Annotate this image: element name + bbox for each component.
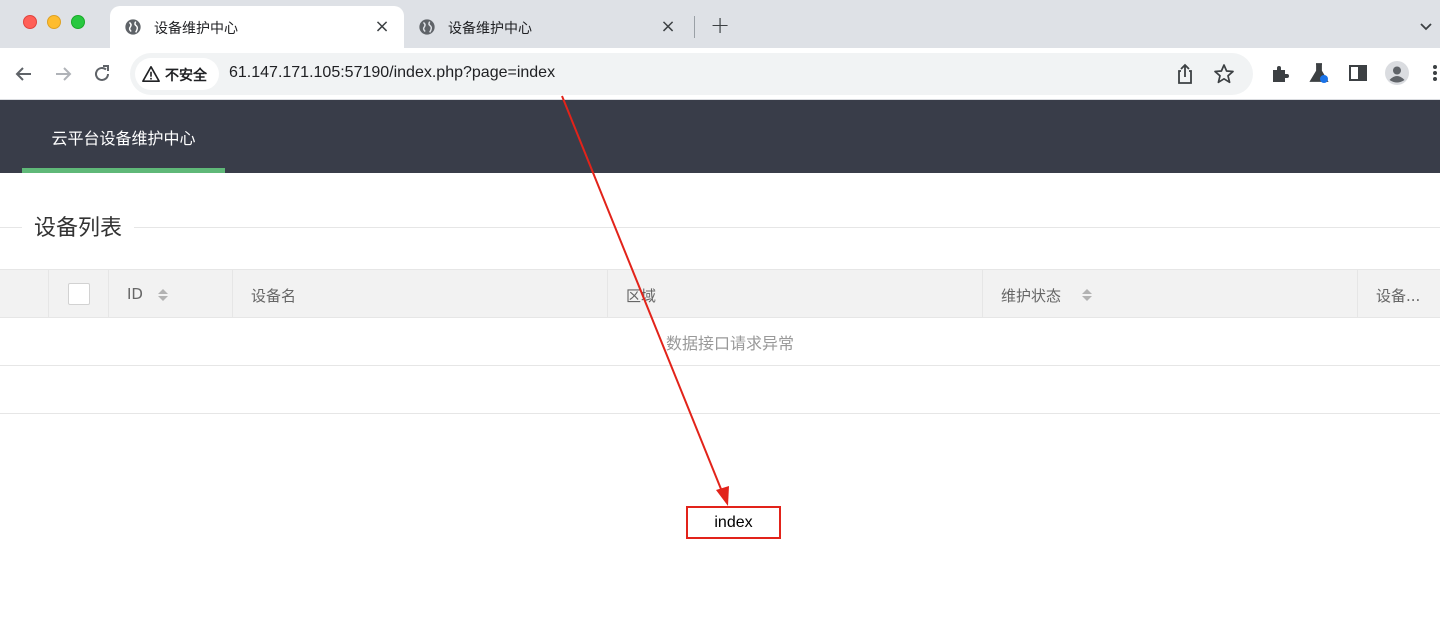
close-tab-icon[interactable]: ×	[658, 16, 678, 37]
column-label-maintenance-status: 维护状态	[1001, 285, 1061, 306]
tab-divider	[694, 16, 695, 38]
extensions-icon[interactable]	[1269, 62, 1291, 84]
globe-icon	[124, 18, 142, 36]
header-cell-device-more: 设备...	[1357, 270, 1440, 318]
menu-icon[interactable]	[1430, 62, 1440, 84]
security-indicator[interactable]: 不安全	[135, 58, 219, 90]
column-label-device-more: 设备...	[1376, 285, 1420, 306]
forward-icon[interactable]	[51, 62, 75, 86]
side-panel-icon[interactable]	[1347, 62, 1369, 84]
window-zoom-button[interactable]	[71, 15, 85, 29]
bookmark-star-icon[interactable]	[1213, 63, 1235, 85]
chevron-down-icon[interactable]	[1416, 16, 1436, 36]
not-secure-label: 不安全	[165, 65, 207, 85]
new-tab-button[interactable]: +	[710, 11, 730, 39]
section-title: 设备列表	[22, 210, 134, 242]
tab-title: 设备维护中心	[154, 18, 238, 38]
column-label-id: ID	[127, 285, 143, 303]
nav-active-indicator	[22, 168, 225, 173]
globe-icon	[418, 18, 436, 36]
tab-title: 设备维护中心	[448, 18, 532, 38]
app-header: 云平台设备维护中心	[0, 100, 1440, 173]
select-all-checkbox[interactable]	[68, 283, 90, 305]
reload-icon[interactable]	[90, 62, 114, 86]
browser-tab-bar: 设备维护中心 × 设备维护中心 × +	[0, 0, 1440, 48]
nav-item-cloud-device-center[interactable]: 云平台设备维护中心	[22, 100, 225, 173]
fieldset-divider	[0, 227, 1440, 228]
column-label-region: 区域	[626, 285, 656, 306]
table-header: ID 设备名 区域 维护状态 设备...	[0, 269, 1440, 318]
labs-flask-icon[interactable]	[1308, 62, 1330, 84]
annotation-index-box: index	[686, 506, 781, 539]
back-icon[interactable]	[12, 62, 36, 86]
header-cell-device-name: 设备名	[232, 270, 607, 318]
sort-icon[interactable]	[1081, 288, 1093, 302]
sort-icon[interactable]	[157, 288, 169, 302]
profile-icon[interactable]	[1385, 61, 1409, 85]
table-row	[0, 366, 1440, 414]
header-cell-select	[48, 270, 108, 318]
address-bar[interactable]: 不安全 61.147.171.105:57190/index.php?page=…	[130, 53, 1253, 95]
window-close-button[interactable]	[23, 15, 37, 29]
header-cell-id[interactable]: ID	[108, 270, 232, 318]
window-minimize-button[interactable]	[47, 15, 61, 29]
share-icon[interactable]	[1174, 63, 1196, 85]
close-tab-icon[interactable]: ×	[372, 16, 392, 37]
column-label-device-name: 设备名	[251, 285, 296, 306]
table-row-empty: 数据接口请求异常	[0, 318, 1440, 366]
header-cell-region: 区域	[607, 270, 982, 318]
tab-device-center-active[interactable]: 设备维护中心 ×	[110, 6, 404, 48]
warning-icon	[142, 65, 160, 83]
tab-device-center[interactable]: 设备维护中心 ×	[404, 6, 690, 48]
empty-message: 数据接口请求异常	[0, 318, 1440, 366]
header-cell-maintenance-status[interactable]: 维护状态	[982, 270, 1357, 318]
header-cell-spacer	[0, 270, 48, 318]
annotation-arrow-head	[716, 486, 729, 506]
url-text[interactable]: 61.147.171.105:57190/index.php?page=inde…	[229, 64, 555, 82]
browser-toolbar: 不安全 61.147.171.105:57190/index.php?page=…	[0, 48, 1440, 100]
